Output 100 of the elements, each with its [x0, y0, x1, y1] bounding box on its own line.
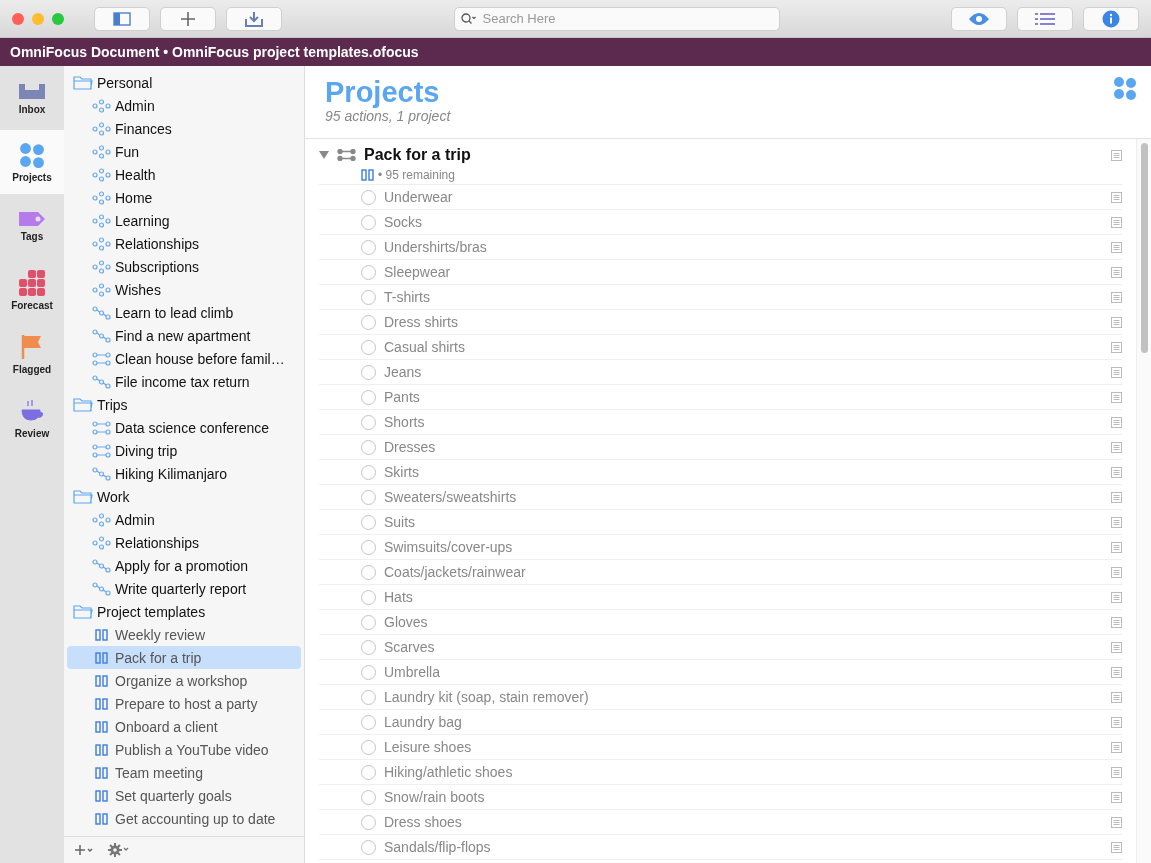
note-icon[interactable] — [1111, 591, 1122, 603]
sequential-steps-icon — [91, 466, 111, 481]
action-label: Underwear — [384, 189, 454, 205]
add-menu-icon[interactable] — [74, 844, 94, 856]
action-label: Laundry bag — [384, 714, 463, 730]
sidebar-item[interactable]: Health — [67, 163, 301, 186]
note-icon[interactable] — [1111, 616, 1122, 628]
sidebar-item[interactable]: Wishes — [67, 278, 301, 301]
sidebar-item[interactable]: Data science conference — [67, 416, 301, 439]
sidebar-item[interactable]: Admin — [67, 508, 301, 531]
sidebar-item[interactable]: Learn to lead climb — [67, 301, 301, 324]
sidebar-item[interactable]: Admin — [67, 94, 301, 117]
action-label: Skirts — [384, 464, 420, 480]
note-icon[interactable] — [1111, 641, 1122, 653]
note-icon[interactable] — [1111, 191, 1122, 203]
sidebar-item[interactable]: Clean house before famil… — [67, 347, 301, 370]
document-title: OmniFocus Document • OmniFocus project templates.ofocus — [0, 38, 1151, 66]
dot-cluster-icon — [91, 121, 111, 136]
action-label: Hiking/athletic shoes — [384, 764, 514, 780]
note-icon[interactable] — [1111, 416, 1122, 428]
list-button[interactable] — [1017, 6, 1073, 31]
perspective-tab[interactable]: Flagged — [0, 322, 64, 386]
sidebar-item[interactable]: Relationships — [67, 232, 301, 255]
sidebar-item[interactable]: Apply for a promotion — [67, 554, 301, 577]
note-icon[interactable] — [1111, 841, 1122, 853]
action-label: Gloves — [384, 614, 429, 630]
four-dots-icon — [19, 141, 45, 168]
sidebar-item[interactable]: Write quarterly report — [67, 577, 301, 600]
perspective-tab[interactable]: Forecast — [0, 258, 64, 322]
page-title: Projects — [325, 76, 441, 108]
folder-label[interactable]: Trips — [97, 396, 128, 413]
sidebar-item[interactable]: Organize a workshop — [67, 669, 301, 692]
note-icon[interactable] — [1111, 741, 1122, 753]
sidebar-item[interactable]: Team meeting — [67, 761, 301, 784]
perspective-tab[interactable]: Inbox — [0, 66, 64, 130]
sidebar-item[interactable]: Learning — [67, 209, 301, 232]
sidebar-item[interactable]: Find a new apartment — [67, 324, 301, 347]
tag-icon — [18, 210, 46, 227]
note-icon[interactable] — [1111, 149, 1122, 161]
sequential-steps-icon — [91, 581, 111, 596]
note-icon[interactable] — [1111, 266, 1122, 278]
note-icon[interactable] — [1111, 216, 1122, 228]
scrollbar-thumb[interactable] — [1140, 143, 1148, 353]
note-icon[interactable] — [1111, 316, 1122, 328]
sidebar-item[interactable]: Get accounting up to date — [67, 807, 301, 830]
sidebar-toggle-button[interactable] — [94, 6, 150, 31]
sequential-steps-icon — [91, 558, 111, 573]
pause-bars-icon — [94, 766, 108, 779]
sidebar-item[interactable]: Set quarterly goals — [67, 784, 301, 807]
minimize-window-button[interactable] — [32, 12, 44, 25]
action-label: Suits — [384, 514, 417, 530]
folder-label[interactable]: Project templates — [97, 603, 206, 620]
note-icon[interactable] — [1111, 666, 1122, 678]
note-icon[interactable] — [1111, 491, 1122, 503]
disclosure-triangle-icon[interactable] — [319, 150, 329, 160]
action-label: Coats/jackets/rainwear — [384, 564, 527, 580]
note-icon[interactable] — [1111, 241, 1122, 253]
note-icon[interactable] — [1111, 391, 1122, 403]
note-icon[interactable] — [1111, 516, 1122, 528]
note-icon[interactable] — [1111, 466, 1122, 478]
zoom-window-button[interactable] — [52, 12, 64, 25]
sidebar-item[interactable]: Hiking Kilimanjaro — [67, 462, 301, 485]
note-icon[interactable] — [1111, 341, 1122, 353]
search-bar[interactable]: Search Here — [453, 6, 780, 31]
note-icon[interactable] — [1111, 366, 1122, 378]
sidebar-item[interactable]: Prepare to host a party — [67, 692, 301, 715]
sidebar-item[interactable]: Onboard a client — [67, 715, 301, 738]
sidebar-item[interactable]: Relationships — [67, 531, 301, 554]
sidebar-item[interactable]: Diving trip — [67, 439, 301, 462]
sidebar-item[interactable]: Publish a YouTube video — [67, 738, 301, 761]
folder-label[interactable]: Work — [97, 488, 130, 505]
note-icon[interactable] — [1111, 766, 1122, 778]
note-icon[interactable] — [1111, 541, 1122, 553]
perspective-tab[interactable]: Projects — [0, 130, 64, 194]
info-button[interactable] — [1083, 6, 1139, 31]
sidebar-item[interactable]: Weekly review — [67, 623, 301, 646]
note-icon[interactable] — [1111, 691, 1122, 703]
perspective-tab[interactable]: Tags — [0, 194, 64, 258]
note-icon[interactable] — [1111, 716, 1122, 728]
sidebar-item[interactable]: Pack for a trip — [67, 646, 301, 669]
sidebar-item[interactable]: Home — [67, 186, 301, 209]
note-icon[interactable] — [1111, 566, 1122, 578]
note-icon[interactable] — [1111, 441, 1122, 453]
folder-icon — [73, 397, 93, 412]
sidebar-item[interactable]: Fun — [67, 140, 301, 163]
sidebar-item[interactable]: Finances — [67, 117, 301, 140]
add-button[interactable] — [160, 6, 216, 31]
note-icon[interactable] — [1111, 816, 1122, 828]
search-input[interactable]: Search Here — [480, 10, 773, 27]
pause-bars-icon — [94, 674, 108, 687]
sidebar-item[interactable]: File income tax return — [67, 370, 301, 393]
view-options-button[interactable] — [951, 6, 1007, 31]
note-icon[interactable] — [1111, 291, 1122, 303]
close-window-button[interactable] — [12, 12, 24, 25]
download-button[interactable] — [226, 6, 282, 31]
note-icon[interactable] — [1111, 791, 1122, 803]
settings-icon[interactable] — [108, 843, 130, 857]
perspective-tab[interactable]: Review — [0, 386, 64, 450]
sidebar-item[interactable]: Subscriptions — [67, 255, 301, 278]
folder-label[interactable]: Personal — [97, 74, 153, 91]
